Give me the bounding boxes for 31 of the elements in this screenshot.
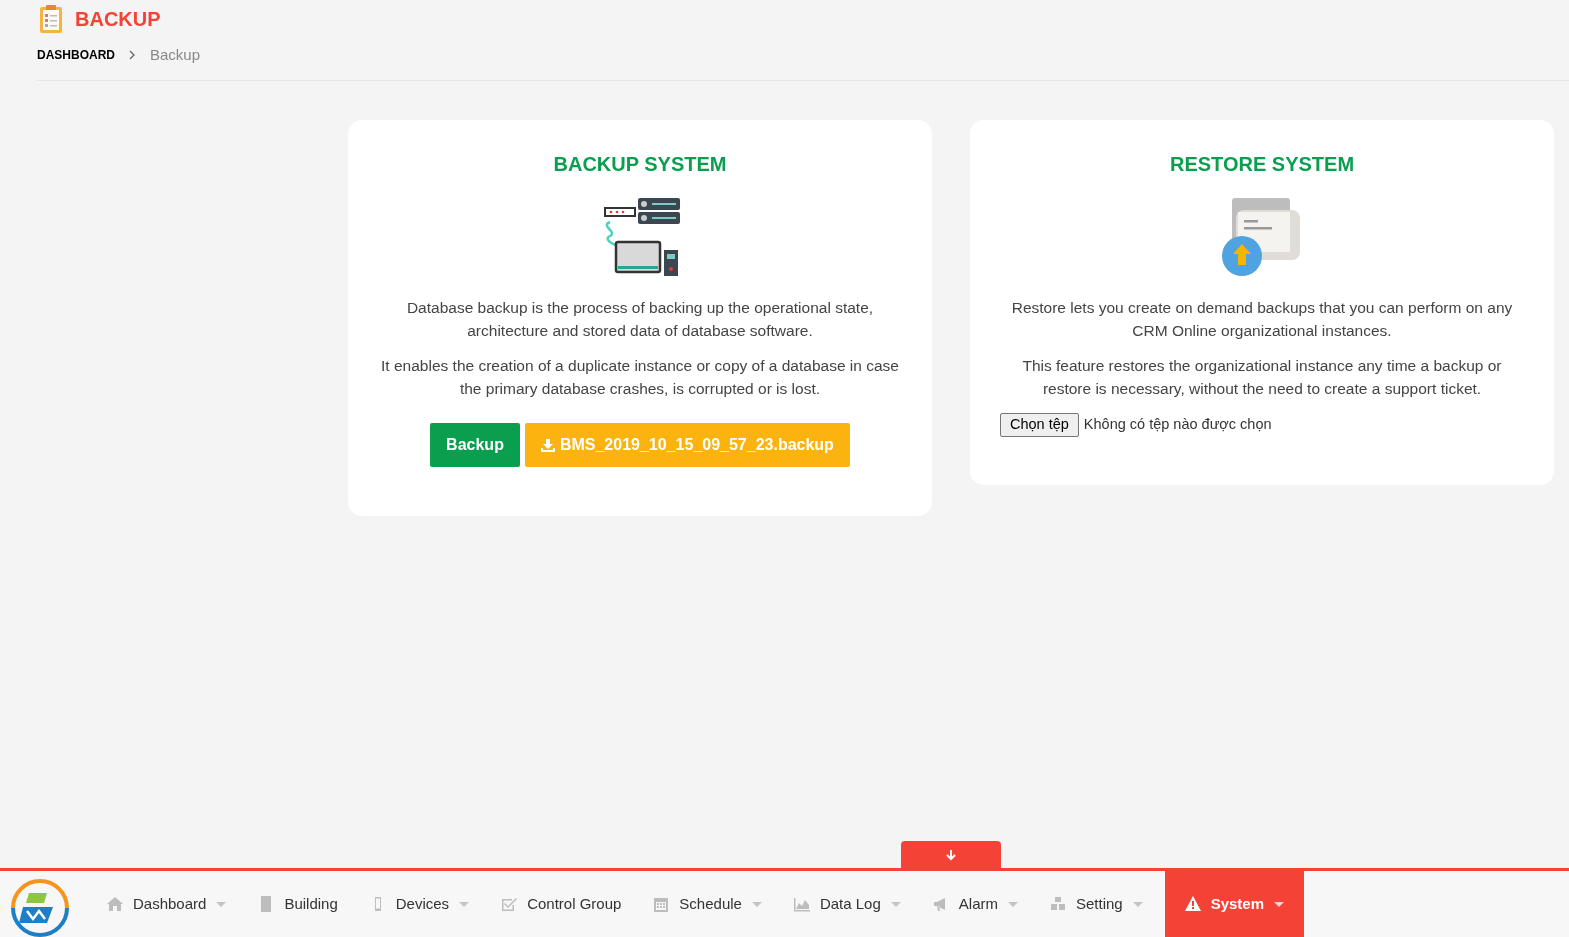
breadcrumb-link[interactable]: DASHBOARD [37, 46, 115, 64]
nav-item[interactable]: Dashboard [91, 871, 243, 937]
description-text: Restore lets you create on demand backups that you can perform on any CRM Online organizational instances. [1010, 298, 1514, 341]
chevron-right-icon [129, 50, 136, 60]
card-title: BACKUP SYSTEM [553, 152, 727, 176]
nav-item[interactable]: Alarm [916, 871, 1034, 937]
page-title: BACKUP [75, 7, 161, 32]
nav-item[interactable]: Setting [1033, 871, 1159, 937]
check-icon [501, 896, 518, 912]
nav-item[interactable]: Devices [353, 871, 486, 937]
calendar-icon [653, 896, 670, 912]
choose-file-button[interactable]: Chọn tệp [1000, 413, 1079, 437]
logo-icon[interactable] [9, 877, 71, 937]
nav-item[interactable]: Data Log [777, 871, 917, 937]
nav-item[interactable]: Schedule [637, 871, 778, 937]
file-status-text: Không có tệp nào được chọn [1083, 415, 1272, 435]
nav-item[interactable]: Building [242, 871, 354, 937]
description-text: Database backup is the process of backing up the operational state, architecture and stored data of database software. [405, 298, 875, 341]
card-title: RESTORE SYSTEM [1169, 152, 1355, 176]
nav-item[interactable]: Control Group [485, 871, 638, 937]
clipboard-icon [37, 4, 65, 34]
download-icon [540, 438, 555, 452]
breadcrumb-current: Backup [150, 44, 201, 65]
description-text: This feature restores the organizational instance any time a backup or restore is necessary, without the need to create a support ticket. [1021, 356, 1503, 399]
nav-item[interactable]: System [1164, 871, 1305, 937]
description-text: It enables the creation of a duplicate instance or copy of a database in case the primary database crashes, is corrupted or is lost. [380, 356, 900, 399]
arrow-down-icon [946, 849, 956, 861]
warning-icon [1184, 896, 1201, 912]
chart-icon [793, 896, 810, 912]
cubes-icon [1049, 896, 1066, 912]
home-icon [107, 896, 123, 912]
